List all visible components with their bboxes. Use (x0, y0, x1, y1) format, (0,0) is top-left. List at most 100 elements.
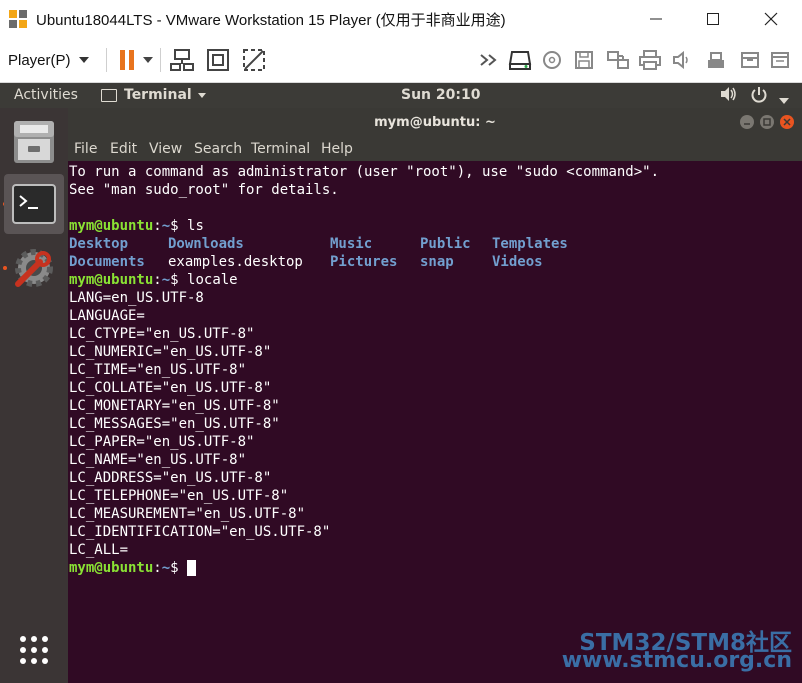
prompt-separator: : (153, 560, 162, 576)
app-menu-button[interactable]: Terminal (101, 87, 206, 103)
prompt-path: ~ (161, 272, 171, 288)
fullscreen-icon (207, 49, 229, 71)
fullscreen-button[interactable] (204, 46, 232, 74)
cd-dvd-button[interactable] (538, 46, 566, 74)
menu-terminal[interactable]: Terminal (251, 141, 310, 157)
player-menu-button[interactable]: Player(P) (8, 48, 89, 72)
forward-button[interactable] (476, 46, 504, 74)
system-menu-chevron-icon[interactable] (779, 92, 789, 108)
locale-line: LC_MESSAGES="en_US.UTF-8" (69, 416, 280, 432)
send-ctrl-alt-del-button[interactable] (168, 46, 196, 74)
close-button[interactable] (742, 0, 800, 38)
ls-entry: Templates (492, 236, 568, 252)
terminal-minimize-button[interactable] (740, 115, 754, 129)
locale-line: LC_ADDRESS="en_US.UTF-8" (69, 470, 272, 486)
ubuntu-dock (0, 108, 68, 683)
terminal-line: See "man sudo_root" for details. (69, 182, 339, 198)
menu-search[interactable]: Search (194, 141, 242, 157)
locale-line: LC_ALL= (69, 542, 129, 558)
terminal-close-button[interactable] (780, 115, 794, 129)
dock-files[interactable] (4, 112, 64, 172)
pause-dropdown-button[interactable] (140, 46, 156, 74)
ls-output-row: Desktop Downloads Music Public Templates (69, 235, 568, 253)
hard-disk-button[interactable] (506, 46, 534, 74)
message-log-button[interactable] (766, 46, 794, 74)
ls-entry: Music (330, 236, 373, 252)
prompt-end: $ (170, 218, 188, 234)
toolbar-divider (106, 48, 107, 72)
pause-button[interactable] (114, 46, 142, 74)
terminal-maximize-button[interactable] (760, 115, 774, 129)
command-text: locale (187, 272, 238, 288)
locale-line: LC_TELEPHONE="en_US.UTF-8" (69, 488, 289, 504)
usb-device-icon (708, 52, 724, 68)
terminal-app-icon (101, 88, 117, 102)
window-title: Ubuntu18044LTS - VMware Workstation 15 P… (36, 12, 506, 29)
show-applications-button[interactable] (4, 620, 64, 680)
prompt-end: $ (170, 560, 188, 576)
player-menu-label: Player(P) (8, 51, 71, 69)
prompt-user: mym@ubuntu (69, 560, 154, 576)
terminal-menubar: File Edit View Search Terminal Help (68, 138, 802, 161)
prompt-path: ~ (161, 218, 171, 234)
clock[interactable]: Sun 20:10 (401, 87, 480, 103)
menu-help[interactable]: Help (321, 141, 353, 157)
text-cursor (187, 560, 197, 576)
vmware-logo-icon (8, 9, 28, 29)
app-menu-label: Terminal (124, 87, 192, 103)
printer-button[interactable] (636, 46, 664, 74)
watermark-line-2: www.stmcu.org.cn (561, 648, 792, 673)
ubuntu-top-bar: Activities Terminal Sun 20:10 (0, 83, 802, 108)
minimize-icon (744, 123, 750, 125)
prompt-end: $ (170, 272, 188, 288)
forward-icon (480, 54, 497, 66)
locale-line: LC_IDENTIFICATION="en_US.UTF-8" (69, 524, 331, 540)
power-icon[interactable] (750, 86, 768, 108)
terminal-output[interactable]: To run a command as administrator (user … (68, 161, 802, 683)
prompt-path: ~ (161, 560, 171, 576)
dock-settings[interactable] (4, 238, 64, 298)
terminal-header-bar: mym@ubuntu: ~ (68, 108, 802, 138)
pause-icon (120, 50, 134, 70)
menu-edit[interactable]: Edit (110, 141, 137, 157)
window-title-bar: Ubuntu18044LTS - VMware Workstation 15 P… (0, 0, 802, 38)
vmware-toolbar: Player(P) (0, 38, 802, 83)
locale-line: LC_COLLATE="en_US.UTF-8" (69, 380, 272, 396)
terminal-prompt-line: mym@ubuntu:~$ (69, 559, 197, 577)
terminal-icon (12, 184, 56, 224)
locale-line: LC_CTYPE="en_US.UTF-8" (69, 326, 255, 342)
ls-output-row: Documents examples.desktop Pictures snap Vid… (69, 253, 543, 271)
menu-file[interactable]: File (74, 141, 97, 157)
file-cabinet-icon (14, 121, 54, 163)
ls-entry: examples.desktop (168, 254, 303, 270)
terminal-title: mym@ubuntu: ~ (374, 115, 496, 130)
floppy-icon (575, 51, 593, 69)
printer-icon (639, 50, 661, 70)
unity-button[interactable] (240, 46, 268, 74)
floppy-button[interactable] (570, 46, 598, 74)
prompt-user: mym@ubuntu (69, 272, 154, 288)
locale-line: LC_PAPER="en_US.UTF-8" (69, 434, 255, 450)
network-send-keys-icon (170, 49, 194, 71)
sound-icon (673, 51, 688, 69)
minimize-button[interactable] (627, 0, 685, 38)
sound-button[interactable] (668, 46, 696, 74)
dropdown-caret-icon (143, 57, 153, 63)
tray-button[interactable] (736, 46, 764, 74)
close-icon (783, 118, 791, 126)
locale-line: LC_NUMERIC="en_US.UTF-8" (69, 344, 272, 360)
unity-icon (243, 49, 265, 71)
maximize-button[interactable] (684, 0, 742, 38)
usb-device-button[interactable] (702, 46, 730, 74)
terminal-prompt-line: mym@ubuntu:~$ locale (69, 271, 238, 289)
volume-icon[interactable] (720, 86, 738, 106)
activities-button[interactable]: Activities (14, 87, 78, 103)
prompt-user: mym@ubuntu (69, 218, 154, 234)
network-adapter-button[interactable] (604, 46, 632, 74)
network-adapter-icon (607, 51, 629, 69)
chevron-down-icon (78, 57, 89, 63)
prompt-separator: : (153, 272, 162, 288)
menu-view[interactable]: View (149, 141, 182, 157)
chevron-down-icon (197, 92, 206, 98)
dock-terminal[interactable] (4, 174, 64, 234)
